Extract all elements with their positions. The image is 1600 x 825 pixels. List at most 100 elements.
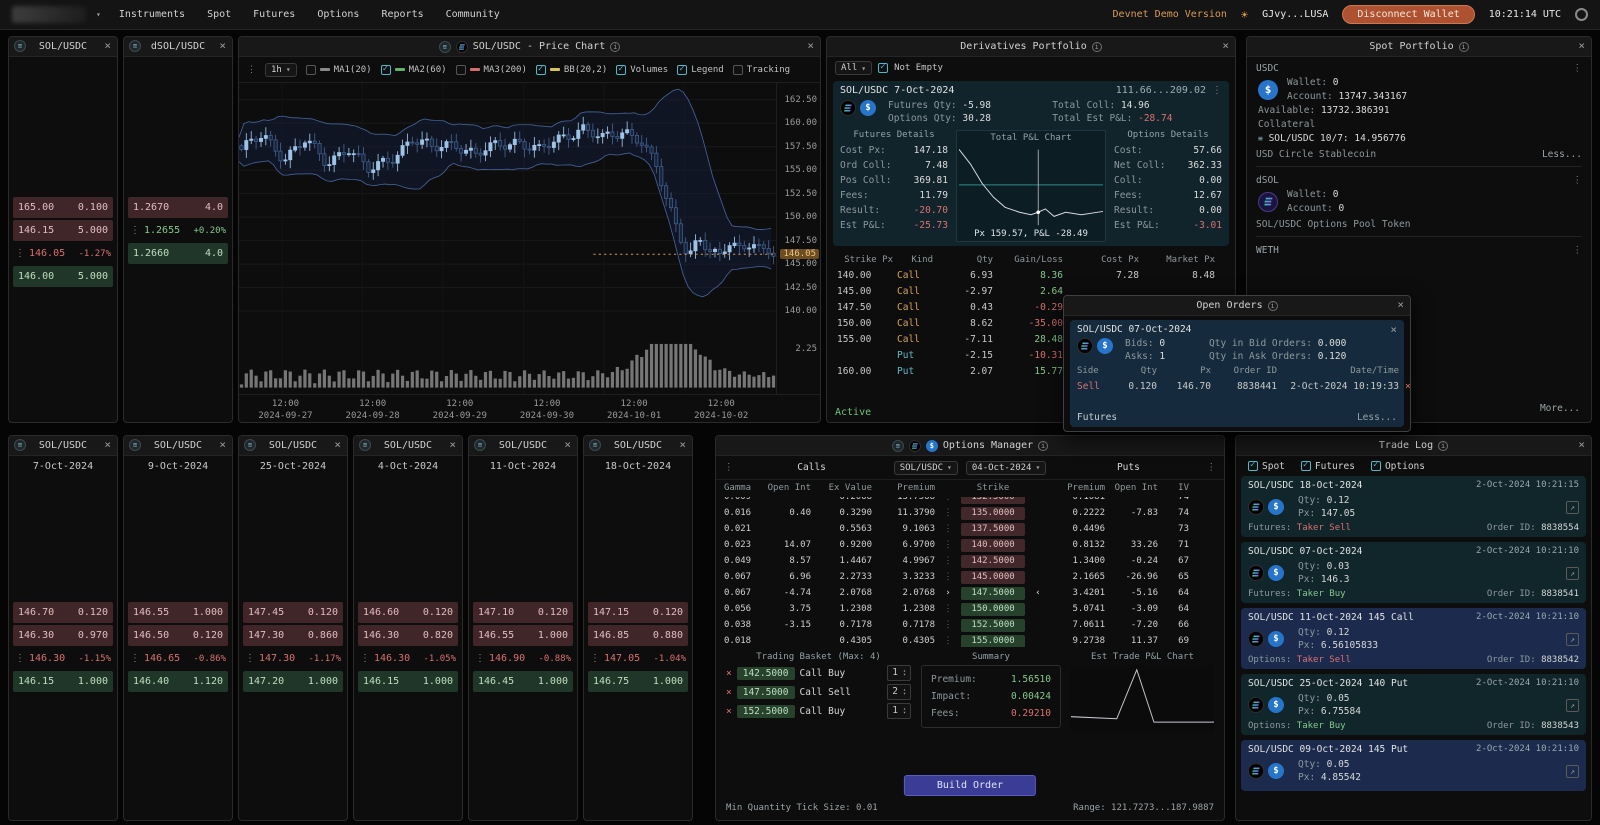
close-icon[interactable]: ×: [679, 439, 686, 450]
market-menu-icon[interactable]: ≡: [14, 40, 26, 52]
remove-leg-icon[interactable]: ×: [726, 706, 732, 717]
close-icon[interactable]: ×: [1390, 324, 1397, 335]
info-icon[interactable]: i: [1438, 441, 1448, 451]
indicator-toggle[interactable]: MA3(200): [456, 65, 527, 75]
puts-menu-icon[interactable]: ⋮: [1207, 462, 1217, 473]
nav-item[interactable]: Reports: [381, 9, 423, 20]
checkbox-icon[interactable]: [616, 65, 626, 75]
trade-entry[interactable]: SOL/USDC 25-Oct-2024 140 Put 2-Oct-2024 …: [1241, 674, 1586, 735]
checkbox-icon[interactable]: [381, 65, 391, 75]
less-link[interactable]: Less...: [1542, 149, 1582, 160]
option-chain-row[interactable]: 0.009 0.2068 13.7568 132.5000 0.1081 74: [716, 497, 1224, 505]
disconnect-wallet-button[interactable]: Disconnect Wallet: [1342, 5, 1474, 24]
market-select[interactable]: SOL/USDC▾: [894, 461, 958, 475]
info-icon[interactable]: i: [1268, 301, 1278, 311]
row-menu-icon[interactable]: [942, 537, 954, 553]
mid-price-row[interactable]: ⋮147.30-1.17%: [243, 648, 343, 669]
strike-badge[interactable]: 155.0000: [961, 635, 1025, 648]
ask-row[interactable]: 147.300.860: [243, 625, 343, 646]
stepper-arrows-icon[interactable]: ▴▾: [903, 669, 906, 677]
row-menu-icon[interactable]: ⋮: [245, 653, 255, 664]
row-menu-icon[interactable]: ⋮: [130, 225, 140, 236]
wallet-address[interactable]: GJvy...LUSA: [1262, 9, 1328, 20]
order-row[interactable]: Sell 0.120 146.70 8838441 2-Oct-2024 10:…: [1077, 380, 1397, 394]
section-menu-icon[interactable]: ⋮: [1573, 175, 1583, 186]
trade-entry[interactable]: SOL/USDC 07-Oct-2024 2-Oct-2024 10:21:10…: [1241, 542, 1586, 603]
nav-item[interactable]: Options: [317, 9, 359, 20]
checkbox-icon[interactable]: [1301, 461, 1311, 471]
bid-row[interactable]: 147.201.000: [243, 671, 343, 692]
stepper-arrows-icon[interactable]: ▴▾: [903, 688, 906, 696]
toolbar-menu-icon[interactable]: ⋮: [247, 65, 256, 75]
trade-entry[interactable]: SOL/USDC 18-Oct-2024 2-Oct-2024 10:21:15…: [1241, 476, 1586, 537]
option-chain-row[interactable]: 0.049 8.57 1.4467 4.9967 142.5000 1.3400…: [716, 553, 1224, 569]
position-row[interactable]: 140.00 Call 6.93 8.36 7.28 8.48: [827, 268, 1235, 284]
mid-price-row[interactable]: ⋮146.30-1.05%: [358, 648, 458, 669]
trade-entry[interactable]: SOL/USDC 09-Oct-2024 145 Put 2-Oct-2024 …: [1241, 740, 1586, 791]
mid-price-row[interactable]: ⋮146.90-0.88%: [473, 648, 573, 669]
checkbox-icon[interactable]: [306, 65, 316, 75]
chart-toggle[interactable]: Volumes: [616, 65, 668, 75]
row-menu-icon[interactable]: ⋮: [360, 653, 370, 664]
close-icon[interactable]: ×: [219, 439, 226, 450]
nav-item[interactable]: Spot: [207, 9, 231, 20]
checkbox-icon[interactable]: [1248, 461, 1258, 471]
strike-badge[interactable]: 135.0000: [961, 507, 1025, 520]
ask-row[interactable]: 146.551.000: [473, 625, 573, 646]
mid-price-row[interactable]: ⋮146.05-1.27%: [13, 243, 113, 264]
strike-badge[interactable]: 147.5000: [961, 587, 1025, 600]
ask-row[interactable]: 146.700.120: [13, 602, 113, 623]
row-menu-icon[interactable]: ⋮: [15, 653, 25, 664]
market-menu-icon[interactable]: ≡: [359, 439, 371, 451]
close-icon[interactable]: ×: [449, 439, 456, 450]
row-menu-icon[interactable]: [942, 633, 954, 647]
remove-leg-icon[interactable]: ×: [726, 687, 732, 698]
remove-leg-icon[interactable]: ×: [726, 668, 732, 679]
mid-price-row[interactable]: ⋮1.2655+0.20%: [128, 220, 228, 241]
section-menu-icon[interactable]: ⋮: [1573, 245, 1583, 256]
trade-filter[interactable]: Futures: [1301, 461, 1355, 472]
row-menu-icon[interactable]: [942, 553, 954, 569]
trade-entry[interactable]: SOL/USDC 11-Oct-2024 145 Call 2-Oct-2024…: [1241, 608, 1586, 669]
market-menu-icon[interactable]: ≡: [14, 439, 26, 451]
market-menu-icon[interactable]: ≡: [474, 439, 486, 451]
checkbox-icon[interactable]: [677, 65, 687, 75]
chart-menu-icon[interactable]: ≡: [439, 41, 451, 53]
checkbox-icon[interactable]: [1371, 461, 1381, 471]
ask-row[interactable]: 146.155.000: [13, 220, 113, 241]
mid-price-row[interactable]: ⋮147.05-1.04%: [588, 648, 688, 669]
indicator-toggle[interactable]: MA1(20): [306, 65, 372, 75]
quantity-stepper[interactable]: 2▴▾: [887, 684, 911, 700]
less-link[interactable]: Less...: [1357, 412, 1397, 423]
strike-badge[interactable]: 150.0000: [961, 603, 1025, 616]
market-menu-icon[interactable]: ≡: [589, 439, 601, 451]
ask-row[interactable]: 165.000.100: [13, 197, 113, 218]
close-icon[interactable]: ×: [104, 40, 111, 51]
external-link-icon[interactable]: ↗: [1566, 633, 1579, 646]
filter-select[interactable]: All▾: [835, 61, 872, 75]
nav-item[interactable]: Futures: [253, 9, 295, 20]
indicator-toggle[interactable]: MA2(60): [381, 65, 447, 75]
row-menu-icon[interactable]: [942, 569, 954, 585]
row-menu-icon[interactable]: ⋮: [130, 653, 140, 664]
bid-row[interactable]: 146.401.120: [128, 671, 228, 692]
option-chain-row[interactable]: 0.023 14.07 0.9200 6.9700 140.0000 0.813…: [716, 537, 1224, 553]
info-icon[interactable]: i: [610, 42, 620, 52]
more-link[interactable]: More...: [1540, 403, 1580, 414]
row-menu-icon[interactable]: ⋮: [475, 653, 485, 664]
chevron-down-icon[interactable]: ▾: [96, 10, 101, 19]
row-menu-icon[interactable]: [942, 601, 954, 617]
close-icon[interactable]: ×: [219, 40, 226, 51]
option-chain-row[interactable]: 0.056 3.75 1.2308 1.2308 150.0000 5.0741…: [716, 601, 1224, 617]
user-circle-icon[interactable]: [1575, 8, 1588, 21]
row-menu-icon[interactable]: [942, 505, 954, 521]
external-link-icon[interactable]: ↗: [1566, 765, 1579, 778]
row-menu-icon[interactable]: ⋮: [590, 653, 600, 664]
indicator-toggle[interactable]: BB(20,2): [536, 65, 607, 75]
option-chain-row[interactable]: 0.016 0.40 0.3290 11.3790 135.0000 0.222…: [716, 505, 1224, 521]
ask-row[interactable]: 147.450.120: [243, 602, 343, 623]
close-icon[interactable]: ×: [1578, 439, 1585, 450]
strike-badge[interactable]: 145.0000: [961, 571, 1025, 584]
close-icon[interactable]: ×: [807, 40, 814, 51]
row-menu-icon[interactable]: [942, 497, 954, 505]
